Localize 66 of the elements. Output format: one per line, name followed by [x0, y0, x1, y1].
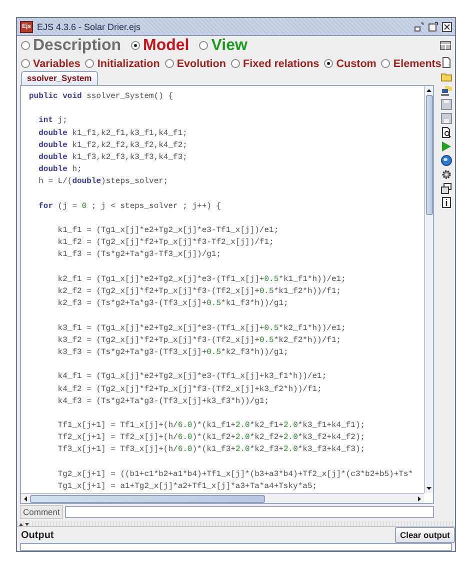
- radio-button[interactable]: [164, 59, 174, 68]
- comment-label: Comment: [20, 505, 63, 519]
- code-line: k1_f3 = (Ts*g2+Ta*g3-Tf3_x[j])/g1;: [58, 249, 222, 262]
- code-line: k2_f1 = (Tg1_x[j]*e2+Tg2_x[j]*e3-(Tf1_x[j]+0.5*k1_f1*h))/e1;: [58, 274, 347, 286]
- close-icon[interactable]: [442, 22, 452, 32]
- radio-button[interactable]: [324, 59, 334, 68]
- code-line: k4_f1 = (Tg1_x[j]*e2+Tg2_x[j]*e3-(Tf1_x[j]+k3_f1*h))/e1;: [58, 371, 328, 384]
- view-tab[interactable]: Model: [131, 36, 190, 54]
- collapse-arrows-icon[interactable]: [19, 522, 29, 526]
- comment-field[interactable]: [64, 506, 434, 518]
- code-line: k2_f2 = (Tg2_x[j]*f2+Tp_x[j]*f3-(Tf2_x[j]+0.5*k1_f2*h))/f1;: [58, 286, 342, 298]
- code-line: Tf2_x[j+1] = Tf2_x[j]+(h/6.0)*(k1_f2+2.0*k2_f2+2.0*k3_f2+k4_f2);: [58, 432, 366, 444]
- clear-output-button[interactable]: Clear output: [394, 527, 455, 543]
- code-line: double k1_f3,k2_f3,k3_f3,k4_f3;: [38, 152, 188, 164]
- gear-icon[interactable]: [440, 169, 452, 180]
- maximize-icon[interactable]: [428, 22, 438, 32]
- section-tab[interactable]: Initialization: [85, 58, 160, 70]
- code-line: k1_f2 = (Tg2_x[j]*f2+Tp_x[j]*f3-Tf2_x[j])/f1;: [58, 237, 275, 250]
- code-line: Tg2_x[j+1] = ((b1+c1*b2+a1*b4)+Tf1_x[j]*(b3+a3*b4)+Tf2_x[j]*(c3*b2+b5)+Ts*: [58, 468, 414, 481]
- section-tab[interactable]: Elements: [381, 58, 442, 70]
- code-line: k4_f2 = (Tg2_x[j]*f2+Tp_x[j]*f3-(Tf2_x[j]+k3_f2*h))/f1;: [58, 384, 323, 396]
- radio-button[interactable]: [21, 59, 30, 68]
- radio-button[interactable]: [231, 59, 240, 68]
- code-line: double h;: [38, 164, 83, 176]
- code-line: k3_f2 = (Tg2_x[j]*f2+Tp_x[j]*f3-(Tf2_x[j]+0.5*k2_f2*h))/f1;: [58, 334, 342, 347]
- code-editor[interactable]: [20, 85, 434, 504]
- radio-button[interactable]: [381, 59, 390, 68]
- output-title: Output: [21, 530, 54, 540]
- code-line: Tf3_x[j+1] = Tf3_x[j]+(h/6.0)*(k1_f3+2.0*k2_f3+2.0*k3_f3+k4_f3);: [58, 444, 366, 456]
- code-line: double k1_f1,k2_f1,k3_f1,k4_f1;: [38, 128, 188, 140]
- radio-button[interactable]: [85, 59, 94, 68]
- code-line: for (j = 0 ; j < steps_solver ; j++) {: [38, 200, 222, 213]
- window-title: EJS 4.3.6 - Solar Drier.ejs: [37, 22, 142, 32]
- scroll-thumb[interactable]: [426, 95, 432, 215]
- code-line: int j;: [38, 115, 68, 128]
- view-tab[interactable]: Description: [21, 36, 122, 54]
- code-line: Tf1_x[j+1] = Tf1_x[j]+(h/6.0)*(k1_f1+2.0*k2_f1+2.0*k3_f1+k4_f1);: [58, 420, 366, 432]
- radio-button[interactable]: [131, 41, 140, 50]
- code-line: k3_f1 = (Tg1_x[j]*e2+Tg2_x[j]*e3-(Tf1_x[j]+0.5*k2_f1*h))/e1;: [58, 322, 347, 335]
- code-line: k2_f3 = (Ts*g2+Ta*g3-(Tf3_x[j]+0.5*k1_f3*h))/g1;: [58, 298, 290, 310]
- info-document-icon[interactable]: [440, 197, 452, 208]
- code-line: public void ssolver_System() {: [29, 91, 174, 103]
- code-line: k3_f3 = (Ts*g2+Ta*g3-(Tf3_x[j]+0.5*k2_f3*h))/g1;: [58, 346, 290, 359]
- panel-layout-icon[interactable]: [440, 40, 451, 51]
- radio-button[interactable]: [21, 41, 30, 50]
- code-line: k1_f1 = (Tg1_x[j]*e2+Tg2_x[j]*e3-Tf1_x[j])/e1;: [58, 225, 280, 238]
- code-line: double k1_f2,k2_f2,k3_f2,k4_f2;: [38, 140, 188, 152]
- code-line: Tg1_x[j+1] = a1+Tg2_x[j]*a2+Tf1_x[j]*a3+Ta*a4+Tsky*a5;: [58, 481, 318, 493]
- section-tab[interactable]: Variables: [21, 58, 80, 70]
- code-line: h = L/(double)steps_solver;: [38, 176, 170, 188]
- scroll-thumb[interactable]: [30, 494, 265, 502]
- windows-icon[interactable]: [440, 183, 452, 194]
- section-tab[interactable]: Custom: [324, 58, 376, 70]
- globe-icon[interactable]: [440, 155, 452, 166]
- page-tab[interactable]: ssolver_System: [21, 71, 98, 85]
- section-tab[interactable]: Evolution: [164, 58, 226, 70]
- new-file-icon[interactable]: [440, 57, 452, 68]
- minimize-icon[interactable]: [414, 22, 424, 32]
- vertical-scrollbar[interactable]: [424, 86, 433, 493]
- horizontal-scrollbar[interactable]: [21, 493, 424, 503]
- section-tab[interactable]: Fixed relations: [231, 58, 320, 70]
- output-field[interactable]: [20, 543, 452, 551]
- computer-folder-icon[interactable]: [440, 85, 452, 96]
- code-line: k4_f3 = (Ts*g2+Ta*g3-(Tf3_x[j]+k3_f3*h))/g1;: [58, 396, 270, 408]
- magnifier-document-icon[interactable]: [440, 127, 452, 138]
- radio-button[interactable]: [199, 41, 208, 50]
